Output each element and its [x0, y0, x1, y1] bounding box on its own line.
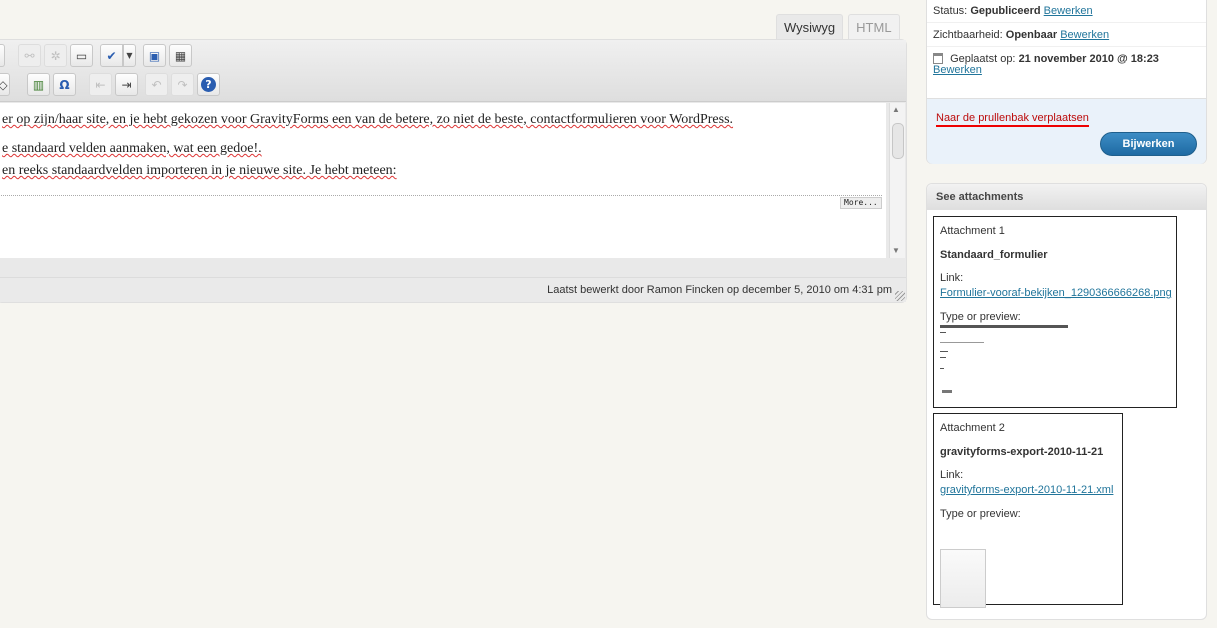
- attachment-link-label: Link:: [940, 272, 964, 284]
- editor-content[interactable]: er op zijn/haar site, en je hebt gekozen…: [0, 103, 886, 258]
- calendar-icon: [933, 53, 943, 64]
- tab-wysiwyg[interactable]: Wysiwyg: [776, 14, 844, 40]
- visibility-label: Zichtbaarheid:: [933, 29, 1003, 41]
- unlink-icon[interactable]: ✲: [44, 44, 67, 67]
- attachment-name: gravityforms-export-2010-11-21: [940, 446, 1104, 458]
- content-line-2: e standaard velden aanmaken, wat een ged…: [2, 141, 262, 156]
- attachments-box: See attachments Attachment 1 Standaard_f…: [926, 183, 1207, 620]
- file-preview-icon[interactable]: [940, 549, 986, 608]
- publish-actions: Naar de prullenbak verplaatsen Bijwerken: [927, 98, 1206, 164]
- status-label: Status:: [933, 5, 968, 17]
- post-editor: ⚯ ✲ ▭ ✔ ▼ ▣ ▦ ◇ ▥ Ω ⇤ ⇥ ↶ ↷ ? er op zijn…: [0, 39, 907, 303]
- editor-scrollbar[interactable]: ▲ ▼: [889, 103, 905, 258]
- redo-icon[interactable]: ↷: [171, 73, 194, 96]
- published-value: 21 november 2010 @ 18:23: [1018, 53, 1159, 65]
- help-icon[interactable]: ?: [197, 73, 220, 96]
- move-to-trash-link[interactable]: Naar de prullenbak verplaatsen: [936, 112, 1089, 127]
- editor-statusbar: Laatst bewerkt door Ramon Fincken op dec…: [0, 277, 906, 302]
- publish-box: Status: Gepubliceerd Bewerken Zichtbaarh…: [926, 0, 1207, 164]
- tab-html[interactable]: HTML: [848, 14, 900, 40]
- more-divider: [0, 195, 882, 196]
- status-row: Status: Gepubliceerd Bewerken: [933, 5, 1093, 17]
- toolbar-edge-button[interactable]: [0, 44, 5, 67]
- attachment-preview-image[interactable]: [940, 324, 1068, 394]
- visibility-value: Openbaar: [1005, 29, 1058, 41]
- scroll-up-icon[interactable]: ▲: [892, 105, 900, 114]
- scroll-down-icon[interactable]: ▼: [892, 246, 900, 255]
- attachment-heading: Attachment 1: [940, 225, 1005, 237]
- eraser-icon[interactable]: ◇: [0, 73, 10, 96]
- published-edit-link[interactable]: Bewerken: [933, 64, 982, 76]
- resize-grip-icon[interactable]: [895, 291, 905, 301]
- attachment-link[interactable]: Formulier-vooraf-bekijken_1290366666268.…: [940, 287, 1172, 299]
- toolbar-row-2: ◇ ▥ Ω ⇤ ⇥ ↶ ↷ ?: [0, 73, 223, 96]
- attachment-name: Standaard_formulier: [940, 249, 1048, 261]
- toolbar-row-1: ⚯ ✲ ▭ ✔ ▼ ▣ ▦: [0, 44, 195, 67]
- attachment-card: Attachment 1 Standaard_formulier Link: F…: [933, 216, 1177, 408]
- attachment-link-label: Link:: [940, 469, 964, 481]
- update-button[interactable]: Bijwerken: [1100, 132, 1197, 156]
- attachment-heading: Attachment 2: [940, 422, 1005, 434]
- link-icon[interactable]: ⚯: [18, 44, 41, 67]
- omega-icon[interactable]: Ω: [53, 73, 76, 96]
- kitchen-sink-icon[interactable]: ▦: [169, 44, 192, 67]
- more-icon[interactable]: ▭: [70, 44, 93, 67]
- attachment-preview-label: Type or preview:: [940, 311, 1021, 323]
- editor-toolbar: ⚯ ✲ ▭ ✔ ▼ ▣ ▦ ◇ ▥ Ω ⇤ ⇥ ↶ ↷ ?: [0, 40, 906, 102]
- spellcheck-icon[interactable]: ✔: [100, 44, 123, 67]
- attachment-preview-label: Type or preview:: [940, 508, 1021, 520]
- content-line-1: er op zijn/haar site, en je hebt gekozen…: [2, 112, 734, 127]
- fullscreen-icon[interactable]: ▣: [143, 44, 166, 67]
- editor-tabs: Wysiwyg HTML: [776, 14, 900, 40]
- attachments-title: See attachments: [927, 184, 1206, 210]
- visibility-row: Zichtbaarheid: Openbaar Bewerken: [933, 29, 1109, 41]
- visibility-edit-link[interactable]: Bewerken: [1060, 29, 1109, 41]
- dropdown-arrow-icon[interactable]: ▼: [123, 44, 136, 67]
- scroll-thumb[interactable]: [892, 123, 904, 159]
- more-tag: More...: [840, 197, 882, 209]
- content-line-3: en reeks standaardvelden importeren in j…: [2, 163, 397, 178]
- status-edit-link[interactable]: Bewerken: [1044, 5, 1093, 17]
- attachment-link[interactable]: gravityforms-export-2010-11-21.xml: [940, 484, 1113, 496]
- status-value: Gepubliceerd: [970, 5, 1041, 17]
- media-icon[interactable]: ▥: [27, 73, 50, 96]
- indent-icon[interactable]: ⇥: [115, 73, 138, 96]
- undo-icon[interactable]: ↶: [145, 73, 168, 96]
- published-edit-row: Bewerken: [933, 64, 982, 76]
- last-edited-text: Laatst bewerkt door Ramon Fincken op dec…: [547, 284, 892, 296]
- outdent-icon[interactable]: ⇤: [89, 73, 112, 96]
- attachment-card: Attachment 2 gravityforms-export-2010-11…: [933, 413, 1123, 608]
